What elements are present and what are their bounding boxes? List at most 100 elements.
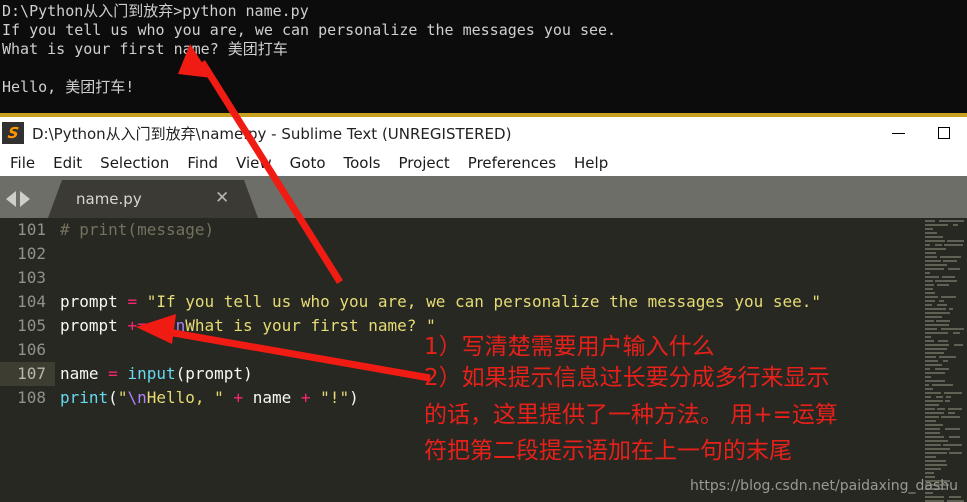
minimap-code-line — [925, 344, 949, 346]
minimap-code-line — [949, 308, 953, 310]
line-number-gutter: 101 102 103 104 105 106 107 108 — [0, 218, 55, 502]
minimap-code-line — [925, 288, 933, 290]
minimap-code-line — [925, 268, 944, 270]
minimap-code-line — [948, 408, 962, 410]
code-operator: += — [127, 316, 147, 335]
code-operator: + — [233, 388, 244, 407]
minimap-code-line — [925, 244, 930, 246]
minimize-button[interactable] — [875, 117, 921, 149]
minimap-code-line — [925, 452, 947, 454]
close-tab-icon[interactable]: ✕ — [215, 190, 229, 207]
minimap-code-line — [925, 496, 944, 498]
minimap-code-line — [925, 276, 939, 278]
terminal-line: Hello, 美团打车! — [2, 78, 135, 96]
annotation-line-3: 的话，这里提供了一种方法。 用+=运算 — [424, 402, 838, 428]
minimap-code-line — [925, 304, 932, 306]
line-number: 103 — [17, 268, 46, 287]
minimize-icon — [891, 132, 905, 134]
code-variable: name — [60, 364, 99, 383]
minimap-code-line — [925, 336, 931, 338]
window-controls — [875, 117, 967, 149]
minimap-code-line — [936, 320, 950, 322]
minimap-code-line — [938, 340, 948, 342]
minimap-code-line — [925, 448, 950, 450]
menu-item-edit[interactable]: Edit — [44, 154, 91, 172]
minimap-code-line — [925, 464, 947, 466]
code-escape: \n — [165, 316, 186, 335]
minimap-code-line — [937, 304, 947, 306]
minimap-code-line — [925, 416, 939, 418]
code-minimap[interactable] — [923, 218, 967, 502]
minimap-code-line — [941, 296, 956, 298]
minimap-code-line — [925, 248, 946, 250]
maximize-icon — [938, 127, 950, 139]
minimap-code-line — [945, 400, 950, 402]
menu-item-project[interactable]: Project — [389, 154, 458, 172]
minimap-code-line — [948, 268, 960, 270]
menu-item-file[interactable]: File — [1, 154, 44, 172]
menu-item-preferences[interactable]: Preferences — [459, 154, 565, 172]
line-number: 105 — [17, 316, 46, 335]
minimap-code-line — [925, 460, 946, 462]
terminal-console[interactable]: D:\Python从入门到放弃>python name.py If you te… — [0, 0, 967, 117]
code-quote: " — [214, 388, 224, 407]
code-string: "!" — [320, 388, 350, 407]
menu-item-find[interactable]: Find — [178, 154, 227, 172]
minimap-code-line — [925, 236, 943, 238]
menu-item-selection[interactable]: Selection — [91, 154, 178, 172]
menu-item-goto[interactable]: Goto — [281, 154, 335, 172]
line-number: 108 — [17, 388, 46, 407]
minimap-code-line — [925, 420, 936, 422]
code-comment: # print(message) — [60, 220, 215, 239]
minimap-code-line — [925, 372, 945, 374]
code-line-101: # print(message) — [60, 218, 214, 242]
minimap-code-line — [945, 428, 960, 430]
minimap-code-line — [925, 272, 930, 274]
menu-item-tools[interactable]: Tools — [335, 154, 390, 172]
tab-label: name.py — [76, 190, 142, 208]
code-quote: " — [426, 316, 436, 335]
minimap-code-line — [954, 344, 963, 346]
minimap-code-line — [935, 244, 942, 246]
menu-item-view[interactable]: View — [227, 154, 281, 172]
minimap-code-line — [925, 264, 947, 266]
minimap-code-line — [925, 384, 929, 386]
code-argument: prompt — [185, 364, 244, 383]
maximize-button[interactable] — [921, 117, 967, 149]
code-variable: name — [252, 388, 292, 407]
minimap-code-line — [947, 240, 964, 242]
menu-bar: File Edit Selection Find View Goto Tools… — [0, 149, 967, 176]
minimap-code-line — [925, 312, 950, 314]
code-function: input — [127, 364, 176, 383]
minimap-code-line — [925, 220, 935, 222]
minimap-code-line — [953, 332, 960, 334]
minimap-code-line — [925, 300, 935, 302]
minimap-code-line — [925, 456, 936, 458]
annotation-line-4: 符把第二段提示语加在上一句的末尾 — [424, 438, 792, 464]
minimap-code-line — [925, 308, 946, 310]
next-tab-arrow-icon[interactable] — [20, 191, 30, 207]
line-number: 101 — [17, 220, 46, 239]
minimap-code-line — [925, 328, 937, 330]
tab-bar: name.py ✕ — [0, 180, 967, 218]
minimap-code-line — [949, 496, 961, 498]
minimap-code-line — [940, 256, 961, 258]
minimap-code-line — [925, 436, 944, 438]
annotation-line-1: 1）写清楚需要用户输入什么 — [424, 334, 715, 360]
minimap-code-line — [925, 352, 944, 354]
code-line-104: prompt = "If you tell us who you are, we… — [60, 290, 821, 314]
minimap-code-line — [925, 260, 941, 262]
minimap-code-line — [925, 400, 943, 402]
terminal-line: What is your first name? 美团打车 — [2, 40, 288, 58]
line-number: 102 — [17, 244, 46, 263]
minimap-code-line — [925, 412, 944, 414]
menu-item-help[interactable]: Help — [565, 154, 617, 172]
previous-tab-arrow-icon[interactable] — [6, 191, 16, 207]
